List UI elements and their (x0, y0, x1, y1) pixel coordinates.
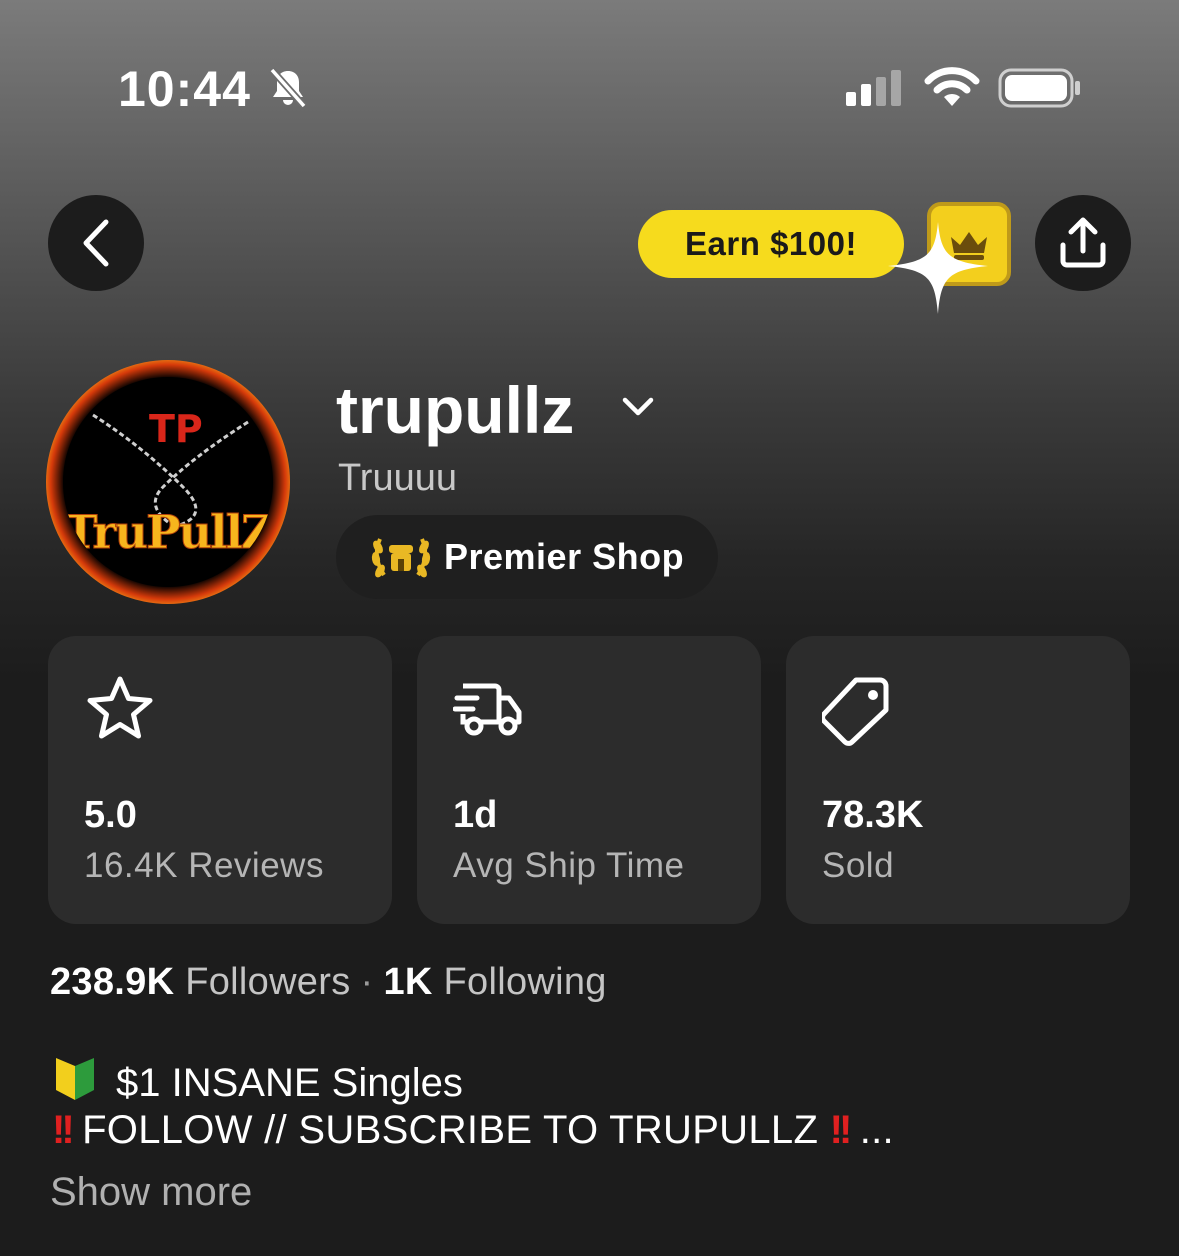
followers-link[interactable]: 238.9K Followers (50, 961, 351, 1003)
bell-slash-icon (269, 67, 307, 109)
ship-time-card[interactable]: 1d Avg Ship Time (417, 636, 761, 924)
double-exclamation-icon: !! (829, 1108, 853, 1152)
back-arrow-icon (83, 219, 109, 267)
following-link[interactable]: 1K Following (383, 961, 606, 1003)
wifi-icon (924, 67, 980, 106)
share-icon (1060, 217, 1106, 268)
star-icon (87, 676, 153, 739)
sold-label: Sold (822, 846, 895, 885)
bio-line-1: $1 INSANE Singles (52, 1056, 463, 1106)
double-exclamation-icon: !! (52, 1108, 75, 1152)
show-more-link[interactable]: Show more (50, 1170, 252, 1215)
back-button[interactable] (48, 195, 144, 291)
earn-reward-button[interactable]: Earn $100! (638, 210, 904, 278)
separator-dot: · (360, 961, 374, 1003)
rating-card[interactable]: 5.0 16.4K Reviews (48, 636, 392, 924)
battery-icon (998, 68, 1080, 108)
premier-shop-label: Premier Shop (444, 536, 685, 577)
bio-line-1-text: $1 INSANE Singles (116, 1061, 463, 1105)
beginner-badge-icon (56, 1058, 94, 1100)
follow-stats: 238.9K Followers · 1K Following (50, 961, 607, 1004)
sparkle-icon (888, 222, 988, 314)
laurel-shop-icon (371, 538, 431, 578)
avatar-logo: TP TruPullZ (63, 377, 273, 587)
ship-time-value: 1d (453, 794, 498, 836)
following-count: 1K (383, 961, 433, 1003)
bio-line-2: !! FOLLOW // SUBSCRIBE TO TRUPULLZ !! ..… (52, 1108, 894, 1153)
cellular-signal-icon (846, 70, 901, 106)
reviews-label: 16.4K Reviews (84, 846, 324, 885)
followers-count: 238.9K (50, 961, 175, 1003)
sold-value: 78.3K (822, 794, 924, 836)
chevron-down-icon[interactable] (620, 392, 656, 422)
delivery-truck-icon (453, 683, 522, 736)
shop-username: trupullz (336, 373, 575, 447)
bio-ellipsis: ... (859, 1108, 894, 1152)
ship-time-label: Avg Ship Time (453, 846, 685, 885)
bio-line-2-text: FOLLOW // SUBSCRIBE TO TRUPULLZ (82, 1108, 819, 1152)
followers-label: Followers (185, 961, 351, 1003)
share-button[interactable] (1035, 195, 1131, 291)
shop-avatar[interactable]: TP TruPullZ (46, 360, 290, 604)
rating-value: 5.0 (84, 794, 137, 836)
status-time: 10:44 (118, 61, 251, 117)
premier-shop-badge[interactable]: Premier Shop (336, 515, 718, 599)
price-tag-icon (822, 677, 889, 746)
following-label: Following (443, 961, 607, 1003)
sold-card[interactable]: 78.3K Sold (786, 636, 1130, 924)
avatar-brand-text: TruPullZ (63, 505, 273, 560)
avatar-mark: TP (149, 407, 203, 451)
shop-display-name: Truuuu (338, 457, 457, 499)
